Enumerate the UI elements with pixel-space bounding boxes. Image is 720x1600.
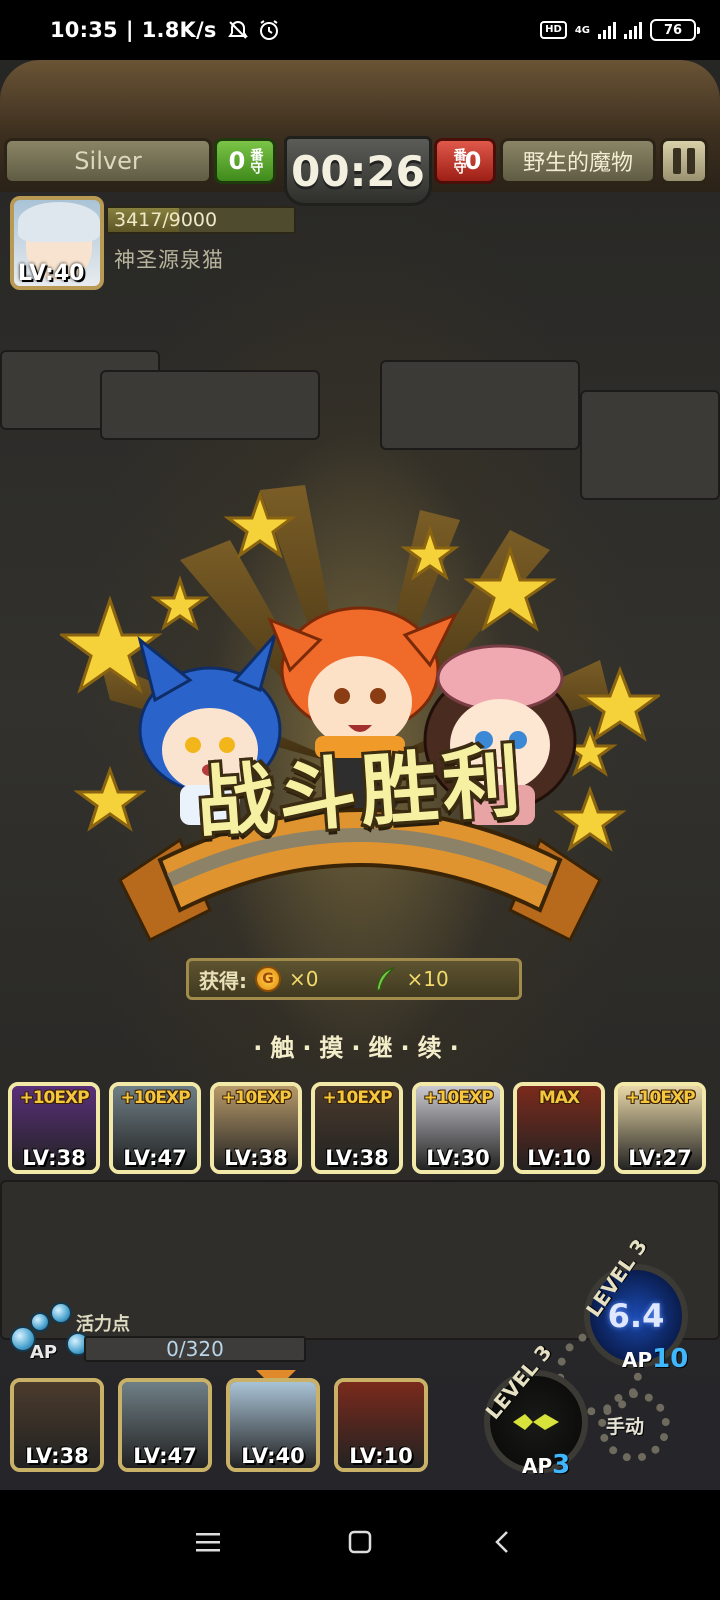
feather-icon xyxy=(376,966,398,991)
battery-level: 76 xyxy=(663,22,683,38)
status-time: 10:35 xyxy=(50,18,118,42)
party-member-level: LV:30 xyxy=(426,1146,490,1170)
player-score: 0 番守 xyxy=(214,138,276,184)
ap-orb xyxy=(50,1302,72,1324)
party-member-card: +10EXP LV:47 xyxy=(109,1082,201,1174)
enemy-name: 神圣源泉猫 xyxy=(114,248,224,272)
pause-icon-bar xyxy=(687,148,695,174)
party-member-level: LV:27 xyxy=(628,1146,692,1170)
party-member-card: +10EXP LV:38 xyxy=(311,1082,403,1174)
alarm-icon xyxy=(259,20,278,40)
feather-amount: ×10 xyxy=(406,967,449,991)
skill-cooldown: 6.4 xyxy=(607,1297,665,1335)
player-score-value: 0 xyxy=(228,147,246,175)
coin-amount: ×0 xyxy=(289,967,319,991)
party-member-card: +10EXP LV:27 xyxy=(614,1082,706,1174)
pause-button[interactable] xyxy=(660,138,708,184)
party-member-card: +10EXP LV:38 xyxy=(210,1082,302,1174)
party-member-card: +10EXP LV:38 xyxy=(8,1082,100,1174)
network-type: 4G xyxy=(574,24,590,36)
exp-gain: MAX xyxy=(538,1088,580,1108)
ap-label: 活力点 xyxy=(76,1314,130,1335)
player-score-suffix: 番守 xyxy=(247,148,263,174)
gold-coin-icon: G xyxy=(255,966,281,992)
ap-orb xyxy=(30,1312,50,1332)
ap-value: 0/320 xyxy=(166,1337,224,1361)
battle-scene[interactable]: Silver 0 番守 00:26 番守 0 野生的魔物 LV:40 3417/90… xyxy=(0,60,720,1490)
team-member-level: LV:38 xyxy=(25,1444,89,1468)
party-member-card: +10EXP LV:30 xyxy=(412,1082,504,1174)
team-list: LV:38 LV:47 LV:40 LV:10 xyxy=(10,1378,428,1472)
enemy-score: 番守 0 xyxy=(434,138,496,184)
skill-big-ap-cost: 10 xyxy=(652,1344,689,1374)
skill-big-ap-prefix: AP xyxy=(622,1348,653,1372)
hd-badge: HD xyxy=(540,21,567,39)
home-button[interactable] xyxy=(330,1512,390,1572)
player-name: Silver xyxy=(74,147,142,175)
enemy-hp-text: 3417/9000 xyxy=(114,209,218,231)
ap-bar: 0/320 xyxy=(84,1336,306,1362)
team-member-card[interactable]: LV:40 xyxy=(226,1378,320,1472)
party-member-level: LV:10 xyxy=(527,1146,591,1170)
party-member-card: MAX LV:10 xyxy=(513,1082,605,1174)
star-icon xyxy=(73,765,147,832)
background-rock xyxy=(100,370,320,440)
menu-icon xyxy=(196,1533,220,1552)
battle-timer: 00:26 xyxy=(284,136,432,206)
enemy-label: 野生的魔物 xyxy=(522,151,633,176)
exp-gain: +10EXP xyxy=(19,1088,89,1108)
skill-dark-ap: AP3 xyxy=(522,1450,570,1480)
menu-button[interactable] xyxy=(178,1512,238,1572)
background-rock xyxy=(380,360,580,450)
enemy-score-suffix: 番守 xyxy=(450,148,466,174)
player-name-plate: Silver xyxy=(4,138,212,184)
party-exp-list: +10EXP LV:38 +10EXP LV:47 +10EXP LV:38 +10EXP L… xyxy=(8,1082,712,1174)
team-member-card[interactable]: LV:38 xyxy=(10,1378,104,1472)
navigation-bar xyxy=(0,1490,720,1600)
back-icon xyxy=(495,1531,508,1553)
party-member-level: LV:47 xyxy=(123,1146,187,1170)
manual-mode-button[interactable]: 手动 xyxy=(606,1412,644,1439)
skill-big-ap: AP10 xyxy=(622,1344,688,1374)
team-member-card[interactable]: LV:47 xyxy=(118,1378,212,1472)
exp-gain: +10EXP xyxy=(322,1088,392,1108)
enemy-avatar[interactable]: LV:40 xyxy=(10,196,104,290)
pause-icon xyxy=(673,148,681,174)
star-icon xyxy=(150,575,210,631)
team-member-card[interactable]: LV:10 xyxy=(334,1378,428,1472)
reward-bar: 获得: G ×0 ×10 xyxy=(186,958,522,1000)
signal-icon-2 xyxy=(624,21,642,39)
signal-icon xyxy=(598,21,616,39)
skill-dark-ap-cost: 3 xyxy=(552,1450,571,1480)
exp-gain: +10EXP xyxy=(423,1088,493,1108)
timer-value: 00:26 xyxy=(291,146,425,196)
ap-tag: AP xyxy=(30,1342,58,1363)
status-bar: 10:35 | 1.8K/s HD 4G 76 xyxy=(0,0,720,60)
tap-to-continue[interactable]: ·触·摸·继·续· xyxy=(0,1028,720,1063)
lightning-icon xyxy=(513,1414,559,1430)
party-member-level: LV:38 xyxy=(22,1146,86,1170)
enemy-score-value: 0 xyxy=(464,147,482,175)
party-member-level: LV:38 xyxy=(325,1146,389,1170)
back-button[interactable] xyxy=(472,1512,532,1572)
reward-label: 获得: xyxy=(199,968,247,993)
team-member-level: LV:47 xyxy=(133,1444,197,1468)
notification-off-icon xyxy=(227,20,248,39)
avatar-hair xyxy=(18,202,100,242)
network-speed: 1.8K/s xyxy=(141,18,217,42)
party-member-level: LV:38 xyxy=(224,1146,288,1170)
team-member-level: LV:40 xyxy=(241,1444,305,1468)
exp-gain: +10EXP xyxy=(625,1088,695,1108)
enemy-name-plate: 野生的魔物 xyxy=(500,138,656,184)
exp-gain: +10EXP xyxy=(221,1088,291,1108)
enemy-level: LV:40 xyxy=(18,261,85,286)
status-separator: | xyxy=(125,18,134,42)
team-member-level: LV:10 xyxy=(349,1444,413,1468)
skill-dark-ap-prefix: AP xyxy=(522,1454,553,1478)
exp-gain: +10EXP xyxy=(120,1088,190,1108)
victory-burst xyxy=(60,485,660,943)
enemy-hp-bar: 3417/9000 xyxy=(106,206,296,234)
battery-icon: 76 xyxy=(650,19,700,41)
home-icon xyxy=(348,1530,372,1554)
